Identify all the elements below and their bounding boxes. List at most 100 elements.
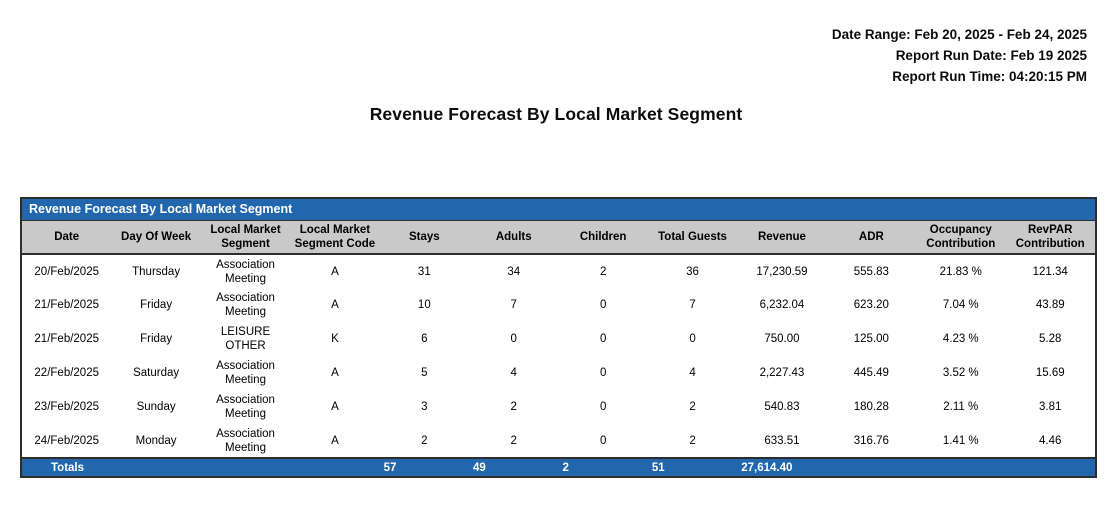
table-cell: 20/Feb/2025 <box>22 254 111 288</box>
table-cell: 5.28 <box>1005 322 1095 356</box>
table-cell: 4.23 % <box>916 322 1005 356</box>
table-cell: Friday <box>111 322 200 356</box>
totals-cell: 49 <box>469 458 558 476</box>
table-cell: 750.00 <box>737 322 826 356</box>
table-cell: Association Meeting <box>201 288 290 322</box>
table-cell: 633.51 <box>737 424 826 458</box>
page-title: Revenue Forecast By Local Market Segment <box>0 104 1112 125</box>
table-cell: 623.20 <box>827 288 916 322</box>
table-cell: 2 <box>469 390 558 424</box>
table-cell: 21/Feb/2025 <box>22 288 111 322</box>
table-cell: 15.69 <box>1005 356 1095 390</box>
table-cell: 0 <box>558 288 647 322</box>
table-cell: A <box>290 254 379 288</box>
table-cell: Association Meeting <box>201 254 290 288</box>
table-cell: 2 <box>380 424 469 458</box>
totals-cell <box>1005 458 1095 476</box>
table-cell: 2 <box>469 424 558 458</box>
table-cell: 540.83 <box>737 390 826 424</box>
totals-cell <box>290 458 379 476</box>
table-footer: Totals 574925127,614.40 <box>22 458 1095 476</box>
table-cell: A <box>290 390 379 424</box>
table-cell: 1.41 % <box>916 424 1005 458</box>
column-header: ADR <box>827 221 916 254</box>
table-cell: 6,232.04 <box>737 288 826 322</box>
revenue-forecast-table: Revenue Forecast By Local Market Segment… <box>20 197 1097 478</box>
table-cell: 0 <box>469 322 558 356</box>
table-cell: Monday <box>111 424 200 458</box>
column-header: Total Guests <box>648 221 737 254</box>
totals-cell: 57 <box>380 458 469 476</box>
table-cell: Friday <box>111 288 200 322</box>
table-cell: 3.52 % <box>916 356 1005 390</box>
totals-cell <box>916 458 1005 476</box>
table-row: 20/Feb/2025ThursdayAssociation MeetingA3… <box>22 254 1095 288</box>
table-cell: Sunday <box>111 390 200 424</box>
column-header: Children <box>558 221 647 254</box>
date-range-text: Date Range: Feb 20, 2025 - Feb 24, 2025 <box>832 24 1087 45</box>
table-cell: A <box>290 288 379 322</box>
column-header: Adults <box>469 221 558 254</box>
totals-cell <box>201 458 290 476</box>
totals-cell: 51 <box>648 458 737 476</box>
table-cell: 6 <box>380 322 469 356</box>
table-cell: 31 <box>380 254 469 288</box>
table-row: 22/Feb/2025SaturdayAssociation MeetingA5… <box>22 356 1095 390</box>
table-cell: 2 <box>648 390 737 424</box>
table-cell: 7 <box>469 288 558 322</box>
table-cell: 4 <box>469 356 558 390</box>
table-cell: 36 <box>648 254 737 288</box>
column-header: Day Of Week <box>111 221 200 254</box>
table-cell: K <box>290 322 379 356</box>
totals-cell <box>111 458 200 476</box>
table-cell: 21/Feb/2025 <box>22 322 111 356</box>
table-cell: A <box>290 356 379 390</box>
table-cell: Association Meeting <box>201 390 290 424</box>
table-cell: Association Meeting <box>201 356 290 390</box>
table-cell: 4.46 <box>1005 424 1095 458</box>
table-cell: 0 <box>558 356 647 390</box>
table-cell: 3 <box>380 390 469 424</box>
table-header: DateDay Of WeekLocal Market SegmentLocal… <box>22 221 1095 254</box>
report-meta: Date Range: Feb 20, 2025 - Feb 24, 2025 … <box>832 24 1087 87</box>
table-cell: 7 <box>648 288 737 322</box>
column-header: Date <box>22 221 111 254</box>
table-row: 21/Feb/2025FridayLEISURE OTHERK6000750.0… <box>22 322 1095 356</box>
report-run-time-text: Report Run Time: 04:20:15 PM <box>832 66 1087 87</box>
table-cell: 2,227.43 <box>737 356 826 390</box>
totals-cell: 2 <box>558 458 647 476</box>
table-cell: 43.89 <box>1005 288 1095 322</box>
table-row: 21/Feb/2025FridayAssociation MeetingA107… <box>22 288 1095 322</box>
table-cell: 180.28 <box>827 390 916 424</box>
table-cell: 17,230.59 <box>737 254 826 288</box>
table-cell: 121.34 <box>1005 254 1095 288</box>
totals-cell: 27,614.40 <box>737 458 826 476</box>
totals-label-cell: Totals <box>22 458 111 476</box>
table-row: 23/Feb/2025SundayAssociation MeetingA320… <box>22 390 1095 424</box>
table-cell: 7.04 % <box>916 288 1005 322</box>
table-body: 20/Feb/2025ThursdayAssociation MeetingA3… <box>22 254 1095 458</box>
column-header: Local Market Segment <box>201 221 290 254</box>
table-cell: 23/Feb/2025 <box>22 390 111 424</box>
table-cell: Saturday <box>111 356 200 390</box>
table-cell: 125.00 <box>827 322 916 356</box>
table-cell: 0 <box>558 390 647 424</box>
totals-row: Totals 574925127,614.40 <box>22 458 1095 476</box>
table-cell: 3.81 <box>1005 390 1095 424</box>
column-header: Occupancy Contribution <box>916 221 1005 254</box>
table-cell: 5 <box>380 356 469 390</box>
table-cell: 21.83 % <box>916 254 1005 288</box>
table-cell: 22/Feb/2025 <box>22 356 111 390</box>
report-page: Date Range: Feb 20, 2025 - Feb 24, 2025 … <box>0 0 1112 525</box>
table-cell: 445.49 <box>827 356 916 390</box>
totals-cell <box>827 458 916 476</box>
table-cell: A <box>290 424 379 458</box>
report-run-date-text: Report Run Date: Feb 19 2025 <box>832 45 1087 66</box>
table-cell: 4 <box>648 356 737 390</box>
table-cell: 555.83 <box>827 254 916 288</box>
table-cell: 2 <box>558 254 647 288</box>
header-row: DateDay Of WeekLocal Market SegmentLocal… <box>22 221 1095 254</box>
table-cell: 2 <box>648 424 737 458</box>
column-header: Stays <box>380 221 469 254</box>
table-cell: 34 <box>469 254 558 288</box>
